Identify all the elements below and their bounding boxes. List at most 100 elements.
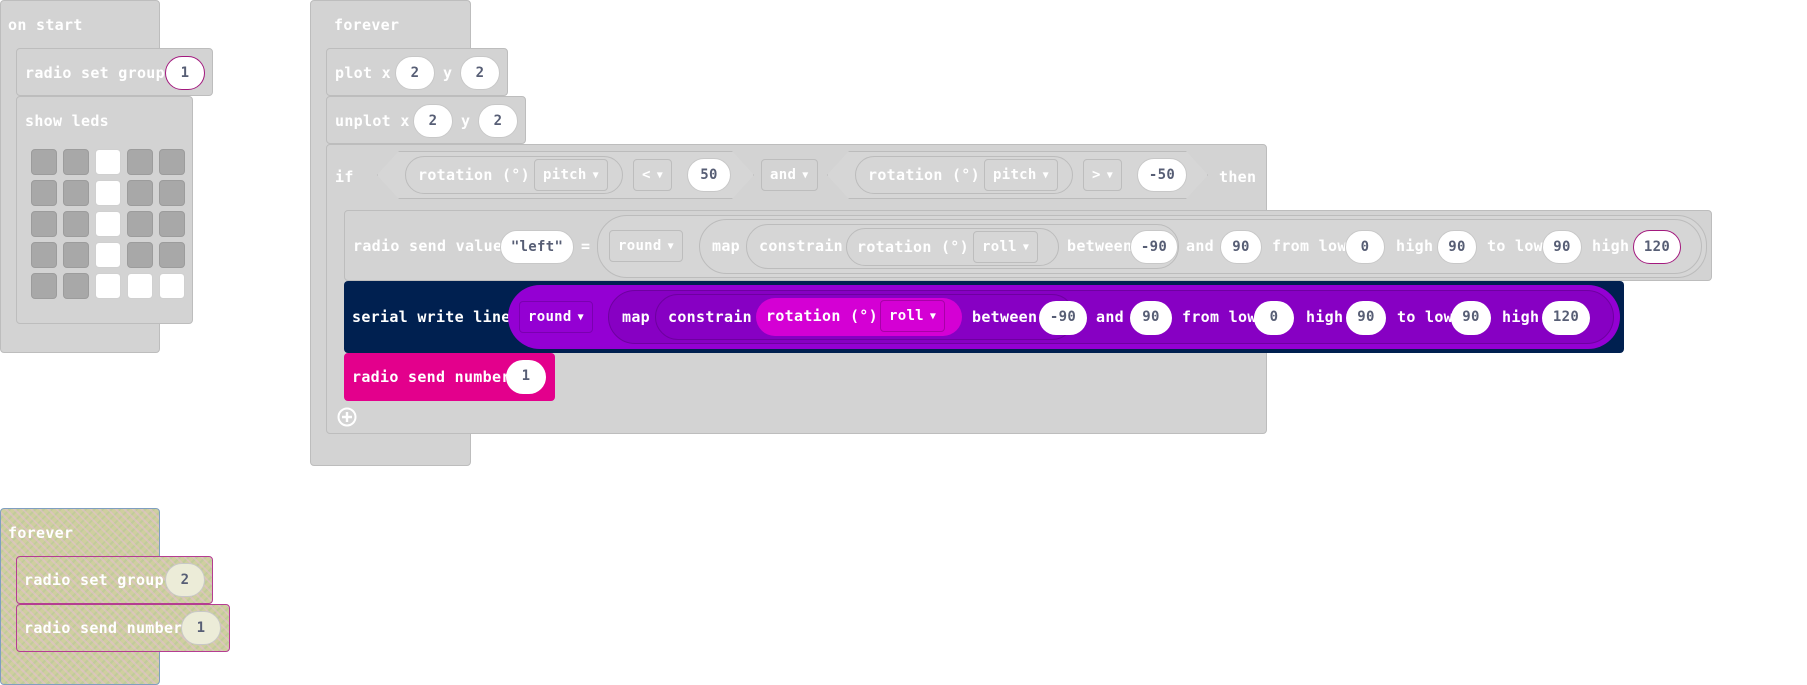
caret-down-icon: ▼	[802, 170, 809, 181]
radio-send-value-block[interactable]: radio send value "left" = round ▼ map con…	[344, 210, 1712, 281]
radio-group-value-input[interactable]: 1	[165, 56, 205, 90]
radio-send-number-disabled-input[interactable]: 1	[181, 611, 221, 645]
unplot-x-input[interactable]: 2	[413, 104, 453, 138]
constrain-high-input[interactable]: 90	[1220, 230, 1262, 264]
from-low-label: from low	[1272, 237, 1347, 255]
led-cell[interactable]	[159, 149, 185, 175]
show-leds-label: show leds	[25, 112, 109, 130]
to-low-input[interactable]: 90	[1451, 301, 1491, 335]
from-low-input[interactable]: 0	[1254, 301, 1294, 335]
led-cell[interactable]	[63, 149, 89, 175]
led-cell[interactable]	[159, 273, 185, 299]
led-cell[interactable]	[159, 180, 185, 206]
to-low-input[interactable]: 90	[1542, 230, 1582, 264]
radio-send-number-disabled-block[interactable]: radio send number 1	[16, 604, 230, 652]
unplot-y-input[interactable]: 2	[478, 104, 518, 138]
plot-y-input[interactable]: 2	[460, 56, 500, 90]
round-function-dropdown[interactable]: round ▼	[519, 301, 593, 333]
from-low-label: from low	[1182, 308, 1257, 326]
constrain-high-input[interactable]: 90	[1130, 301, 1172, 335]
led-cell[interactable]	[95, 149, 121, 175]
constrain-low-input[interactable]: -90	[1130, 230, 1178, 264]
constrain-label: constrain	[668, 308, 752, 326]
from-high-input[interactable]: 90	[1346, 301, 1386, 335]
pitch-dropdown-left[interactable]: pitch ▼	[534, 159, 608, 191]
less-than-operator-dropdown[interactable]: < ▼	[633, 159, 673, 191]
to-high-input[interactable]: 120	[1633, 230, 1681, 264]
led-cell[interactable]	[127, 242, 153, 268]
greater-than-operator-dropdown[interactable]: > ▼	[1083, 159, 1123, 191]
roll-dropdown[interactable]: roll ▼	[973, 231, 1039, 263]
rotation-sensor-right[interactable]: rotation (°) pitch ▼	[855, 156, 1073, 194]
roll-dropdown[interactable]: roll ▼	[880, 300, 946, 332]
equals-label: =	[581, 237, 591, 255]
to-high-label: high	[1502, 308, 1540, 326]
led-cell[interactable]	[127, 211, 153, 237]
radio-send-number-label: radio send number	[352, 368, 511, 386]
led-cell[interactable]	[127, 149, 153, 175]
plot-y-label: y	[443, 64, 453, 82]
led-cell[interactable]	[63, 242, 89, 268]
rotation-roll-sensor[interactable]: rotation (°) roll ▼	[846, 228, 1059, 266]
pitch-upper-value-input[interactable]: 50	[687, 158, 731, 192]
round-function-value: round	[618, 238, 662, 254]
plus-circle-icon[interactable]	[337, 407, 357, 427]
led-cell[interactable]	[95, 211, 121, 237]
map-label: map	[712, 237, 740, 255]
unplot-block[interactable]: unplot x 2 y 2	[326, 96, 526, 144]
led-cell[interactable]	[63, 273, 89, 299]
and-label: and	[1186, 237, 1214, 255]
caret-down-icon: ▼	[656, 170, 664, 181]
radio-set-group-block[interactable]: radio set group 1	[16, 48, 213, 96]
radio-send-number-block[interactable]: radio send number 1	[344, 353, 555, 401]
led-cell[interactable]	[31, 149, 57, 175]
led-cell[interactable]	[159, 242, 185, 268]
and-label: and	[1096, 308, 1124, 326]
plot-block[interactable]: plot x 2 y 2	[326, 48, 508, 96]
led-cell[interactable]	[95, 180, 121, 206]
led-cell[interactable]	[63, 211, 89, 237]
radio-value-name-input[interactable]: "left"	[500, 230, 574, 264]
to-low-label: to low	[1487, 237, 1543, 255]
rotation-roll-sensor-label: rotation (°)	[766, 307, 878, 325]
led-grid[interactable]	[31, 149, 191, 309]
round-function-dropdown[interactable]: round ▼	[609, 230, 683, 262]
led-cell[interactable]	[31, 273, 57, 299]
serial-write-line-block[interactable]: serial write line round ▼ map constrain r…	[344, 281, 1624, 353]
between-label: between	[1067, 237, 1133, 255]
led-cell[interactable]	[127, 273, 153, 299]
and-operator-dropdown[interactable]: and ▼	[761, 159, 818, 191]
radio-set-group-disabled-block[interactable]: radio set group 2	[16, 556, 213, 604]
from-high-label: high	[1396, 237, 1434, 255]
rotation-roll-sensor[interactable]: rotation (°) roll ▼	[756, 298, 962, 336]
constrain-low-input[interactable]: -90	[1039, 301, 1087, 335]
less-than-operator-value: <	[642, 167, 651, 183]
rotation-roll-sensor-label: rotation (°)	[857, 238, 969, 256]
led-cell[interactable]	[31, 180, 57, 206]
show-leds-block[interactable]: show leds	[16, 96, 193, 324]
caret-down-icon: ▼	[1022, 242, 1030, 253]
serial-write-line-label: serial write line	[352, 308, 511, 326]
led-cell[interactable]	[127, 180, 153, 206]
caret-down-icon: ▼	[929, 311, 937, 322]
from-high-input[interactable]: 90	[1437, 230, 1477, 264]
radio-group-disabled-input[interactable]: 2	[165, 563, 205, 597]
from-low-input[interactable]: 0	[1345, 230, 1385, 264]
radio-send-number-input[interactable]: 1	[506, 360, 546, 394]
pitch-dropdown-right[interactable]: pitch ▼	[984, 159, 1058, 191]
pitch-lower-value-input[interactable]: -50	[1137, 158, 1187, 192]
radio-set-group-disabled-label: radio set group	[24, 571, 164, 589]
to-high-input[interactable]: 120	[1542, 301, 1590, 335]
on-start-label: on start	[8, 16, 83, 34]
led-cell[interactable]	[63, 180, 89, 206]
led-cell[interactable]	[95, 242, 121, 268]
led-cell[interactable]	[31, 211, 57, 237]
round-function-value: round	[528, 309, 572, 325]
radio-value-name-text: "left"	[510, 239, 564, 255]
between-label: between	[972, 308, 1038, 326]
led-cell[interactable]	[31, 242, 57, 268]
led-cell[interactable]	[159, 211, 185, 237]
plot-x-input[interactable]: 2	[395, 56, 435, 90]
rotation-sensor-left[interactable]: rotation (°) pitch ▼	[405, 156, 623, 194]
led-cell[interactable]	[95, 273, 121, 299]
